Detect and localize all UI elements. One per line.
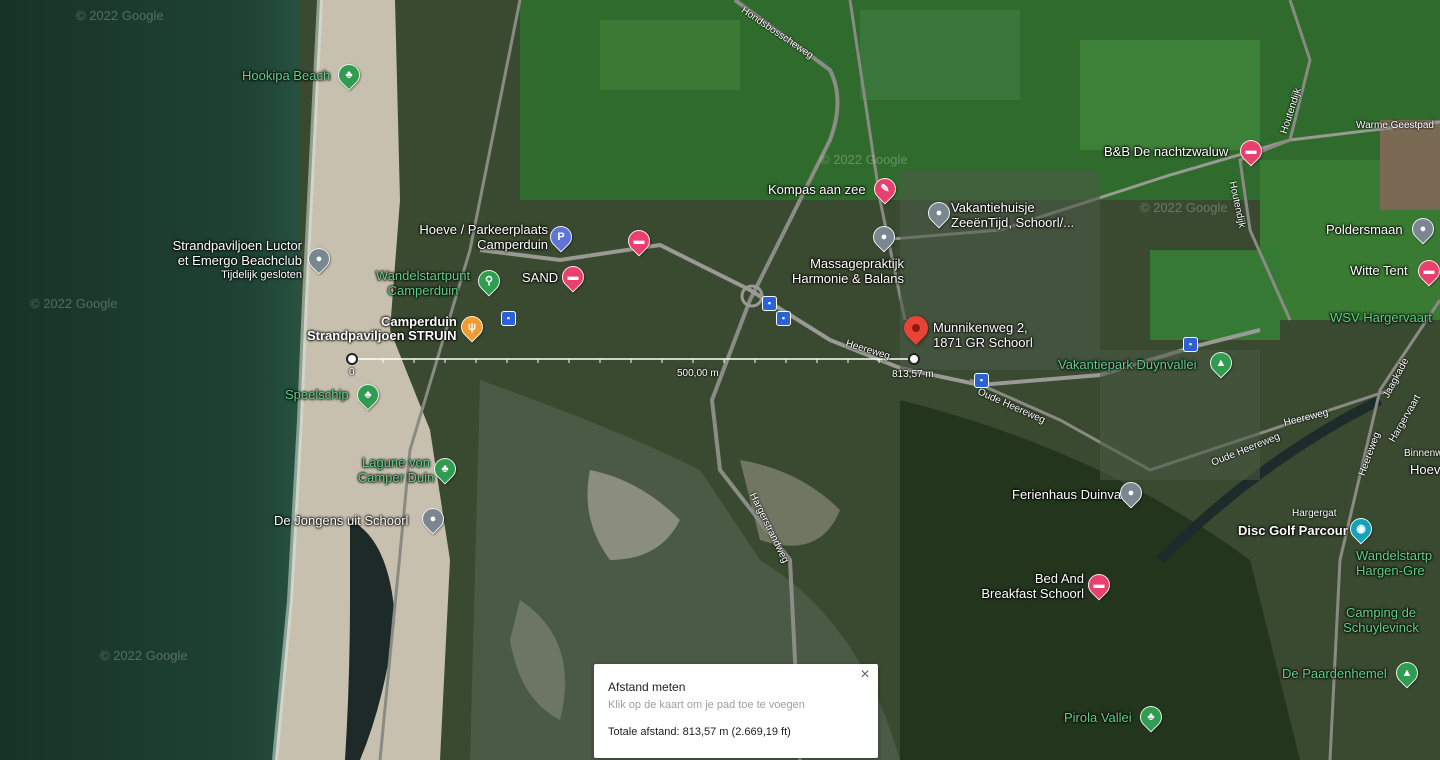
poi-label-ferienhaus[interactable]: Ferienhaus Duinvallei — [1012, 487, 1137, 502]
poi-label-duynvallei[interactable]: Vakantiepark Duynvallei — [1058, 357, 1197, 372]
measure-start-label: 0 — [349, 367, 355, 378]
poi-label-pirola[interactable]: Pirola Vallei — [1064, 710, 1132, 725]
poi-label-massage[interactable]: Massagepraktijk Harmonie & Balans — [770, 256, 904, 286]
field-patch — [860, 10, 1020, 100]
field-patch — [600, 20, 740, 90]
poi-label-hoeve-line1: Hoeve / Parkeerplaats — [419, 222, 548, 237]
poi-label-poldersmaan[interactable]: Poldersmaan — [1326, 222, 1403, 237]
measure-mid-label: 500,00 m — [677, 368, 719, 379]
bus-stop-icon[interactable]: ▪ — [501, 311, 516, 326]
sea-area — [0, 0, 330, 760]
poi-label-luctor[interactable]: Strandpaviljoen Luctor et Emergo Beachcl… — [160, 238, 302, 283]
selected-location-line1: Munnikenweg 2, — [933, 320, 1028, 335]
poi-label-sand[interactable]: SAND — [522, 270, 558, 285]
poi-label-witte-tent[interactable]: Witte Tent — [1350, 263, 1408, 278]
copyright-watermark: © 2022 Google — [1140, 200, 1228, 215]
poi-label-bnb-schoorl-line2: Breakfast Schoorl — [981, 586, 1084, 601]
poi-label-wandelstart[interactable]: Wandelstartpunt Camperduin — [368, 268, 478, 298]
bus-stop-icon[interactable]: ▪ — [974, 373, 989, 388]
poi-label-wandel-hargen-line2: Hargen-Gre — [1356, 563, 1425, 578]
poi-label-vakantiehuisje-line2: ZeeënTijd, Schoorl/... — [951, 215, 1075, 230]
poi-label-schuylevinck-line2: Schuylevinck — [1343, 620, 1419, 635]
copyright-watermark: © 2022 Google — [76, 8, 164, 23]
selected-location-label[interactable]: Munnikenweg 2, 1871 GR Schoorl — [933, 320, 1033, 350]
poi-label-disc-golf[interactable]: Disc Golf Parcour — [1238, 523, 1348, 538]
poi-label-wandelstart-line2: Camperduin — [387, 283, 459, 298]
poi-label-bnb-schoorl-line1: Bed And — [1034, 571, 1084, 586]
panel-title: Afstand meten — [608, 680, 686, 694]
field-patch — [1150, 250, 1280, 340]
poi-label-hoeve[interactable]: Hoeve / Parkeerplaats Camperduin — [380, 222, 548, 252]
poi-label-wandel-hargen[interactable]: Wandelstartp Hargen-Gre — [1356, 548, 1432, 578]
poi-label-wandel-hargen-line1: Wandelstartp — [1356, 548, 1433, 563]
measure-start-point[interactable] — [346, 353, 358, 365]
poi-label-massage-line2: Harmonie & Balans — [792, 271, 904, 286]
close-icon[interactable]: × — [856, 666, 874, 684]
road-label-warme-geestpad: Warme Geestpad — [1356, 120, 1434, 131]
poi-label-lagune[interactable]: Lagune von Camper Duin — [348, 455, 444, 485]
measure-distance-panel: Afstand meten Klik op de kaart om je pad… — [594, 664, 878, 758]
poi-label-vakantiehuisje-line1: Vakantiehuisje — [951, 200, 1035, 215]
field-patch — [1080, 40, 1260, 150]
road-label-hargergat: Hargergat — [1292, 508, 1337, 519]
satellite-map[interactable]: © 2022 Google © 2022 Google © 2022 Googl… — [0, 0, 1440, 760]
bus-stop-icon[interactable]: ▪ — [762, 296, 777, 311]
poi-label-jongens[interactable]: De Jongens uit Schoorl — [274, 513, 408, 528]
poi-label-hoev[interactable]: Hoev — [1410, 462, 1440, 477]
poi-label-schuylevinck[interactable]: Camping de Schuylevinck — [1326, 605, 1436, 635]
poi-label-camperduin[interactable]: Camperduin — [381, 314, 457, 329]
satellite-imagery[interactable] — [0, 0, 1440, 760]
poi-label-luctor-line2: et Emergo Beachclub — [177, 253, 302, 268]
poi-label-paardenhemel[interactable]: De Paardenhemel — [1282, 666, 1387, 681]
copyright-watermark: © 2022 Google — [30, 296, 118, 311]
poi-label-wandelstart-line1: Wandelstartpunt — [375, 268, 471, 283]
copyright-watermark: © 2022 Google — [100, 648, 188, 663]
poi-label-luctor-line1: Strandpaviljoen Luctor — [172, 238, 302, 253]
poi-label-lagune-line2: Camper Duin — [357, 470, 435, 485]
road-label-binnenweg: Binnenw — [1404, 448, 1440, 459]
poi-label-bnb-schoorl[interactable]: Bed And Breakfast Schoorl — [960, 571, 1084, 601]
copyright-watermark: © 2022 Google — [820, 152, 908, 167]
panel-hint: Klik op de kaart om je pad toe te voegen — [608, 699, 805, 711]
bus-stop-icon[interactable]: ▪ — [1183, 337, 1198, 352]
poi-status-closed: Tijdelijk gesloten — [221, 269, 302, 281]
poi-label-schuylevinck-line1: Camping de — [1345, 605, 1417, 620]
panel-total-distance: Totale afstand: 813,57 m (2.669,19 ft) — [608, 726, 791, 738]
poi-label-hoeve-line2: Camperduin — [477, 237, 548, 252]
poi-label-hookipa[interactable]: Hookipa Beach — [242, 68, 330, 83]
poi-label-lagune-line1: Lagune von — [362, 455, 430, 470]
bus-stop-icon[interactable]: ▪ — [776, 311, 791, 326]
poi-label-bnb-nacht[interactable]: B&B De nachtzwaluw — [1104, 144, 1228, 159]
poi-label-vakantiehuisje[interactable]: Vakantiehuisje ZeeënTijd, Schoorl/... — [951, 200, 1074, 230]
poi-label-kompas[interactable]: Kompas aan zee — [768, 182, 866, 197]
poi-label-massage-line1: Massagepraktijk — [810, 256, 904, 271]
measure-end-label: 813,57 m — [892, 369, 934, 380]
poi-label-wsv[interactable]: WSV Hargervaart — [1330, 310, 1432, 325]
selected-location-line2: 1871 GR Schoorl — [933, 335, 1033, 350]
poi-label-struin[interactable]: Strandpaviljoen STRUIN — [307, 328, 457, 343]
ploughed-field — [1380, 120, 1440, 210]
poi-label-speelschip[interactable]: Speelschip — [285, 387, 349, 402]
measure-end-point[interactable] — [908, 353, 920, 365]
